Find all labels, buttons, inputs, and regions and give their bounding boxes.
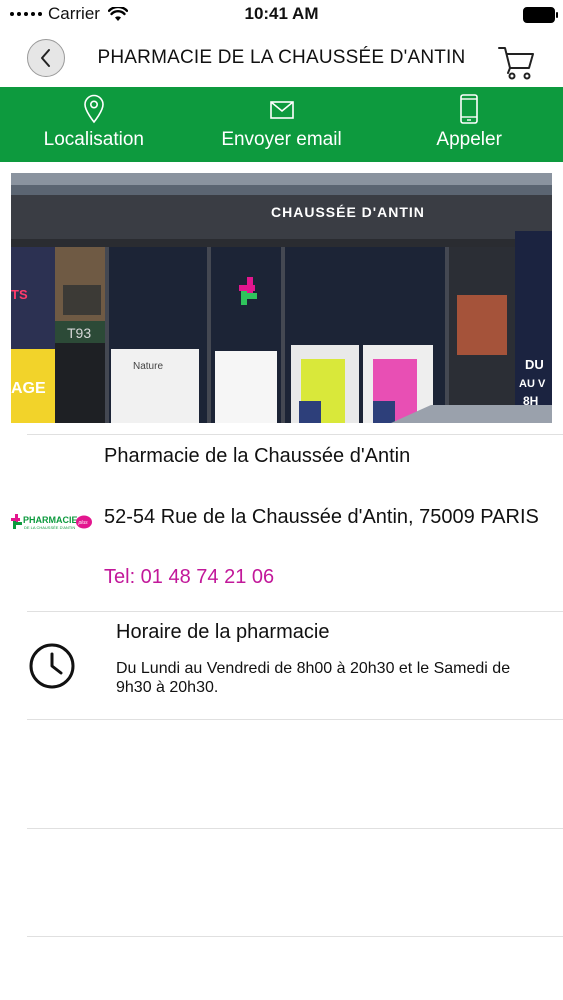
hours-title: Horaire de la pharmacie (116, 621, 330, 643)
localisation-button[interactable]: Localisation (0, 87, 188, 162)
back-button[interactable] (27, 39, 65, 77)
svg-text:Nature: Nature (133, 361, 163, 372)
svg-text:T93: T93 (67, 325, 91, 341)
divider (27, 434, 563, 435)
envelope-icon (269, 101, 294, 119)
page-title: PHARMACIE DE LA CHAUSSÉE D'ANTIN (97, 47, 466, 68)
svg-text:AU V: AU V (519, 378, 546, 390)
pharmacy-name: Pharmacie de la Chaussée d'Antin (104, 445, 411, 467)
storefront-image: TS AGE T93 Nature DU AU V 8H CHAUSSÉE D'… (11, 173, 552, 423)
hours-text: Du Lundi au Vendredi de 8h00 à 20h30 et … (116, 660, 511, 696)
battery-icon (523, 7, 558, 23)
cart-icon (498, 47, 534, 80)
pharmacy-logo: PHARMACIE DE LA CHAUSSÉE D'ANTIN plus (10, 512, 94, 532)
call-label: Appeler (436, 129, 502, 150)
svg-text:PHARMACIE: PHARMACIE (23, 515, 78, 525)
pharmacy-logo-image: PHARMACIE DE LA CHAUSSÉE D'ANTIN plus (11, 514, 92, 530)
svg-text:plus: plus (78, 520, 89, 526)
location-pin-icon (84, 94, 104, 124)
svg-text:DU: DU (525, 357, 544, 372)
nav-bar: PHARMACIE DE LA CHAUSSÉE D'ANTIN (0, 30, 563, 87)
svg-text:TS: TS (11, 287, 28, 302)
phone-icon (460, 94, 478, 124)
cart-button[interactable] (497, 44, 537, 80)
clock-icon (29, 643, 75, 689)
call-button[interactable]: Appeler (375, 87, 563, 162)
pharmacy-phone[interactable]: Tel: 01 48 74 21 06 (104, 566, 274, 589)
storefront-sign: CHAUSSÉE D'ANTIN (271, 204, 425, 220)
send-email-button[interactable]: Envoyer email (188, 87, 376, 162)
status-bar: Carrier 10:41 AM (0, 0, 563, 30)
storefront-illustration: TS AGE T93 Nature DU AU V 8H CHAUSSÉE D'… (11, 173, 552, 423)
pharmacy-address: 52-54 Rue de la Chaussée d'Antin, 75009 … (104, 506, 539, 528)
svg-text:DE LA CHAUSSÉE D'ANTIN: DE LA CHAUSSÉE D'ANTIN (24, 525, 75, 530)
svg-text:AGE: AGE (11, 380, 46, 397)
localisation-label: Localisation (43, 129, 144, 150)
divider (27, 611, 563, 612)
status-time: 10:41 AM (244, 4, 319, 23)
divider (27, 719, 563, 720)
action-bar: Localisation Envoyer email Appeler (0, 87, 563, 162)
divider (27, 936, 563, 937)
send-email-label: Envoyer email (221, 129, 342, 150)
chevron-left-icon (41, 49, 50, 67)
divider (27, 828, 563, 829)
